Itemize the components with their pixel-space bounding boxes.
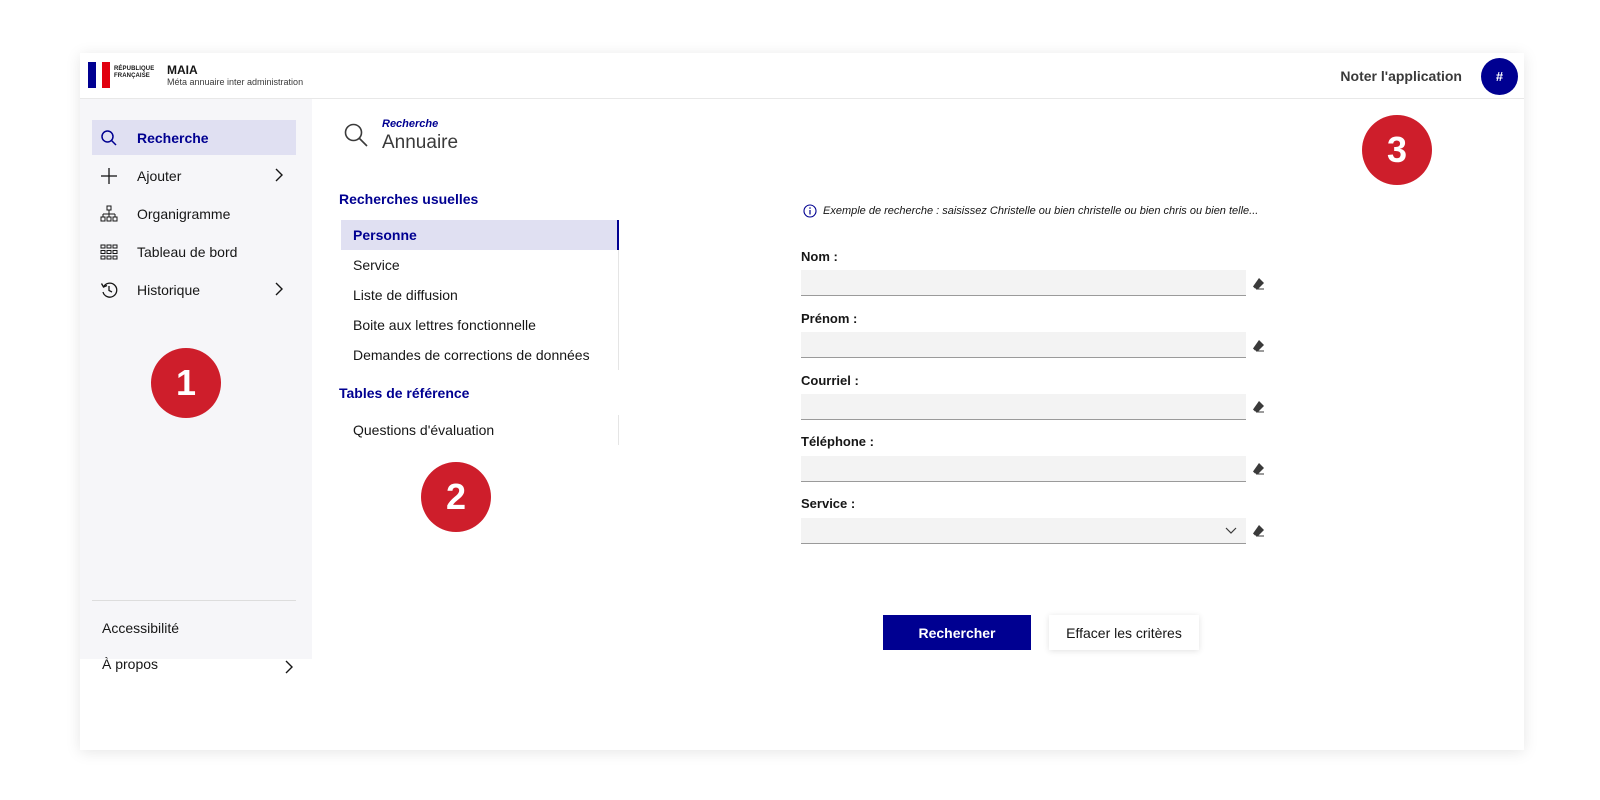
page-header: Recherche Annuaire — [343, 118, 543, 158]
eraser-icon[interactable] — [1252, 277, 1265, 290]
search-type-boite-aux-lettres[interactable]: Boite aux lettres fonctionnelle — [341, 310, 618, 340]
search-type-questions-evaluation[interactable]: Questions d'évaluation — [341, 415, 618, 445]
page-kicker: Recherche — [382, 118, 439, 130]
clear-criteria-button[interactable]: Effacer les critères — [1049, 615, 1199, 650]
chevron-right-icon — [285, 660, 293, 674]
annotation-badge-3: 3 — [1362, 115, 1432, 185]
search-hint: Exemple de recherche : saisissez Christe… — [803, 204, 1258, 218]
sidebar-item-label: Organigramme — [137, 206, 231, 222]
plus-icon — [101, 168, 117, 184]
about-label: À propos — [102, 656, 159, 672]
about-link[interactable]: À propos — [102, 656, 296, 680]
sidebar-item-historique[interactable]: Historique — [92, 272, 296, 307]
search-type-service[interactable]: Service — [341, 250, 618, 280]
reference-tables-title: Tables de référence — [339, 385, 470, 401]
sidebar-item-label: Tableau de bord — [137, 244, 238, 260]
search-type-demandes-corrections[interactable]: Demandes de corrections de données — [341, 340, 618, 370]
app-subtitle: Méta annuaire inter administration — [167, 77, 304, 87]
sidebar-item-organigramme[interactable]: Organigramme — [92, 196, 296, 231]
info-icon — [803, 204, 817, 218]
usual-searches-list: Personne Service Liste de diffusion Boit… — [341, 220, 619, 370]
chevron-right-icon — [275, 168, 283, 182]
eraser-icon[interactable] — [1252, 462, 1265, 475]
service-select[interactable] — [801, 518, 1246, 544]
marianne-flag-icon — [88, 62, 110, 88]
app-window: RÉPUBLIQUE FRANÇAISE MAIA Méta annuaire … — [80, 53, 1524, 750]
courriel-input[interactable] — [801, 394, 1246, 420]
logo-text: RÉPUBLIQUE FRANÇAISE — [114, 66, 155, 79]
app-name: MAIA — [167, 63, 198, 77]
sidebar-item-recherche[interactable]: Recherche — [92, 120, 296, 155]
annotation-badge-1: 1 — [151, 348, 221, 418]
field-label-prenom: Prénom : — [801, 311, 858, 326]
org-chart-icon — [100, 205, 118, 222]
field-label-nom: Nom : — [801, 249, 838, 264]
nom-input[interactable] — [801, 270, 1246, 296]
telephone-input[interactable] — [801, 456, 1246, 482]
annotation-badge-2: 2 — [421, 462, 491, 532]
sidebar-item-ajouter[interactable]: Ajouter — [92, 158, 296, 193]
user-avatar[interactable]: # — [1481, 58, 1518, 95]
field-label-courriel: Courriel : — [801, 373, 859, 388]
search-icon — [101, 130, 117, 146]
sidebar-divider — [92, 600, 296, 601]
sidebar-item-label: Recherche — [137, 130, 209, 146]
eraser-icon[interactable] — [1252, 524, 1265, 537]
eraser-icon[interactable] — [1252, 400, 1265, 413]
search-icon — [344, 123, 368, 147]
page-title: Annuaire — [382, 132, 459, 153]
history-icon — [100, 282, 118, 298]
field-label-telephone: Téléphone : — [801, 434, 874, 449]
chevron-down-icon — [1225, 527, 1237, 534]
search-type-personne[interactable]: Personne — [341, 220, 619, 250]
usual-searches-title: Recherches usuelles — [339, 191, 479, 207]
reference-tables-list: Questions d'évaluation — [341, 415, 619, 445]
search-button[interactable]: Rechercher — [883, 615, 1031, 650]
eraser-icon[interactable] — [1252, 339, 1265, 352]
republique-francaise-logo[interactable]: RÉPUBLIQUE FRANÇAISE — [88, 62, 154, 88]
dashboard-icon — [100, 244, 118, 260]
search-type-liste-de-diffusion[interactable]: Liste de diffusion — [341, 280, 618, 310]
sidebar-item-label: Ajouter — [137, 168, 182, 184]
sidebar-item-tableau-de-bord[interactable]: Tableau de bord — [92, 234, 296, 269]
rate-application-link[interactable]: Noter l'application — [1340, 68, 1462, 84]
chevron-right-icon — [275, 282, 283, 296]
accessibility-link[interactable]: Accessibilité — [102, 620, 296, 644]
search-hint-text: Exemple de recherche : saisissez Christe… — [823, 205, 1259, 217]
header: RÉPUBLIQUE FRANÇAISE MAIA Méta annuaire … — [80, 53, 1524, 99]
prenom-input[interactable] — [801, 332, 1246, 358]
field-label-service: Service : — [801, 496, 856, 511]
sidebar-item-label: Historique — [137, 282, 201, 298]
accessibility-label: Accessibilité — [102, 620, 180, 636]
